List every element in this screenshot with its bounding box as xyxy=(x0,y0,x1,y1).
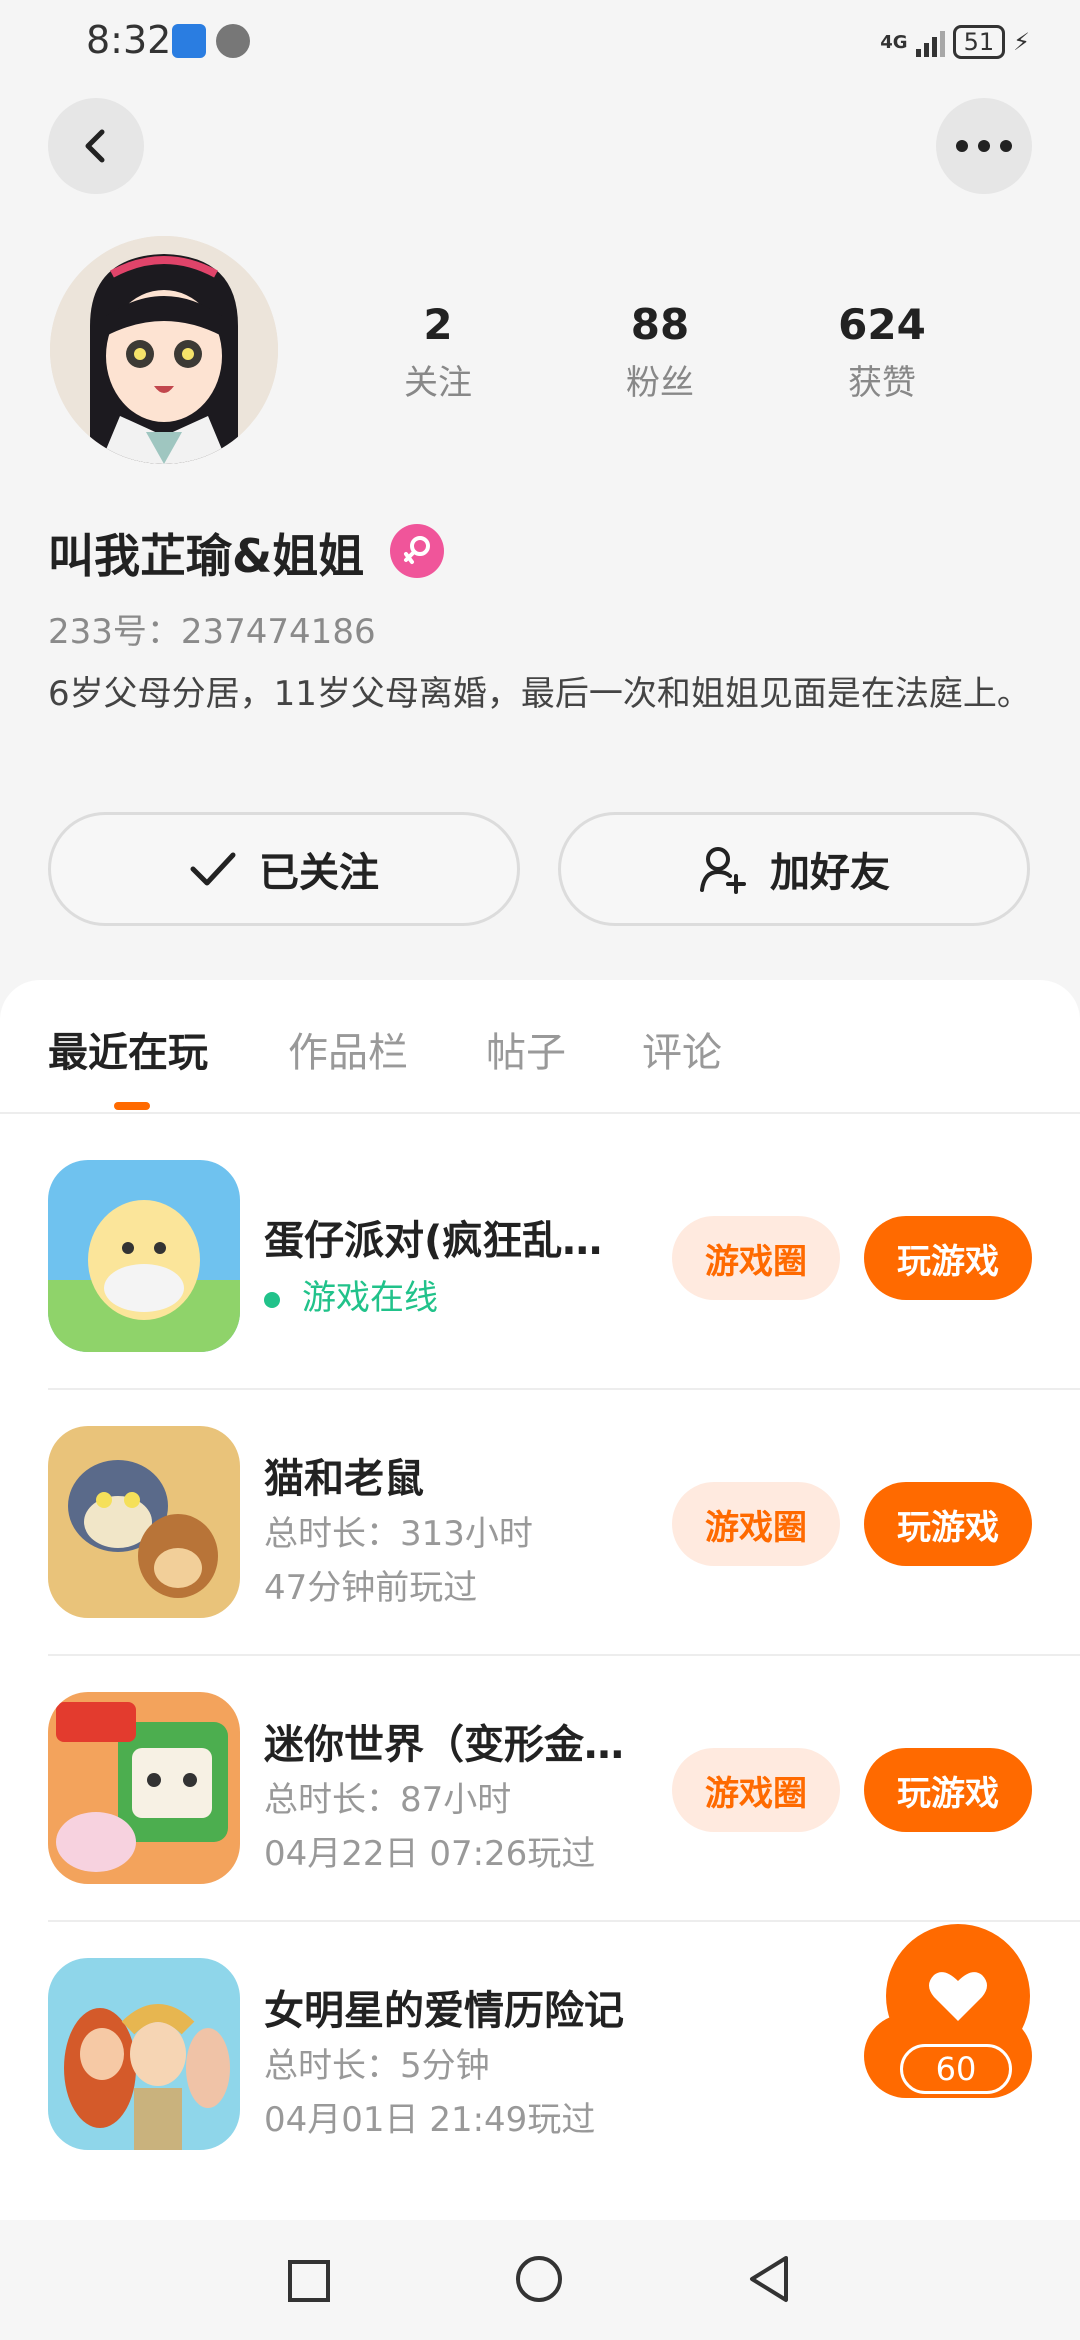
online-dot-icon xyxy=(264,1291,280,1308)
play-game-button[interactable]: 玩游戏 xyxy=(864,1748,1032,1832)
tab-posts[interactable]: 帖子 xyxy=(486,1020,566,1078)
last-played: 04月22日 07:26玩过 xyxy=(264,1834,596,1874)
game-title: 猫和老鼠 xyxy=(264,1456,424,1502)
bio: 6岁父母分居，11岁父母离婚，最后一次和姐姐见面是在法庭上。 xyxy=(48,674,1031,714)
add-friend-button[interactable]: 加好友 xyxy=(558,812,1030,926)
stat-value: 2 xyxy=(423,300,453,349)
status-time: 8:32 xyxy=(86,18,172,62)
more-button[interactable] xyxy=(936,98,1032,194)
divider xyxy=(48,1388,1080,1390)
divider xyxy=(48,1654,1080,1656)
circle-icon xyxy=(516,2256,562,2302)
game-circle-button[interactable]: 游戏圈 xyxy=(672,1748,840,1832)
battery-level: 51 xyxy=(952,25,1006,59)
check-icon xyxy=(190,852,236,886)
divider xyxy=(0,1112,1080,1114)
heart-icon xyxy=(929,1972,987,2021)
add-friend-label: 加好友 xyxy=(770,850,890,896)
game-icon-mini-world[interactable] xyxy=(48,1692,240,1884)
triangle-back-icon xyxy=(750,2256,788,2302)
square-icon xyxy=(288,2260,330,2302)
game-circle-button[interactable]: 游戏圈 xyxy=(672,1216,840,1300)
game-title: 迷你世界（变形金… xyxy=(264,1722,624,1768)
tab-works[interactable]: 作品栏 xyxy=(288,1020,408,1078)
total-playtime: 总时长：313小时 xyxy=(264,1514,533,1554)
online-status: 游戏在线 xyxy=(264,1270,438,1319)
follow-button[interactable]: 已关注 xyxy=(48,812,520,926)
divider xyxy=(48,1920,1080,1922)
game-icon-tom-and-jerry[interactable] xyxy=(48,1426,240,1618)
total-playtime: 总时长：5分钟 xyxy=(264,2046,490,2086)
signal-icon xyxy=(915,27,945,57)
back-button[interactable] xyxy=(48,98,144,194)
stat-label: 粉丝 xyxy=(626,363,694,403)
status-icons: 4G 51 ⚡ xyxy=(880,22,1030,62)
stat-value: 624 xyxy=(838,300,926,349)
chevron-left-icon xyxy=(85,129,105,163)
more-dots-icon xyxy=(956,140,1012,152)
tab-recently-played[interactable]: 最近在玩 xyxy=(48,1020,208,1078)
home-button[interactable] xyxy=(514,2254,564,2308)
female-gender-icon xyxy=(390,524,444,578)
notification-app-icon xyxy=(172,24,206,58)
back-nav-button[interactable] xyxy=(746,2254,792,2308)
game-circle-button[interactable]: 游戏圈 xyxy=(672,1482,840,1566)
add-user-icon xyxy=(700,847,746,894)
play-game-button[interactable]: 玩游戏 xyxy=(864,1482,1032,1566)
username: 叫我芷瑜&姐姐 xyxy=(48,529,365,583)
network-type: 4G xyxy=(880,31,908,53)
tab-comments[interactable]: 评论 xyxy=(642,1020,722,1078)
voice-assistant-icon xyxy=(216,24,250,58)
game-icon-eggy-party[interactable] xyxy=(48,1160,240,1352)
online-label: 游戏在线 xyxy=(302,1278,438,1318)
recent-apps-button[interactable] xyxy=(286,2258,332,2308)
charging-icon: ⚡ xyxy=(1013,28,1030,56)
game-title: 女明星的爱情历险记 xyxy=(264,1988,624,2034)
stat-value: 88 xyxy=(630,300,690,349)
follow-label: 已关注 xyxy=(259,850,379,896)
stat-label: 关注 xyxy=(404,363,472,403)
stat-followers[interactable]: 88 粉丝 xyxy=(560,300,760,404)
stat-following[interactable]: 2 关注 xyxy=(338,300,538,404)
tab-indicator xyxy=(114,1102,150,1110)
stat-label: 获赞 xyxy=(848,363,916,403)
user-id: 233号：237474186 xyxy=(48,612,376,652)
avatar[interactable] xyxy=(50,236,278,464)
game-title: 蛋仔派对(疯狂乱… xyxy=(264,1218,603,1264)
last-played: 04月01日 21:49玩过 xyxy=(264,2100,596,2140)
total-playtime: 总时长：87小时 xyxy=(264,1780,512,1820)
like-count: 60 xyxy=(900,2044,1012,2094)
stat-likes[interactable]: 624 获赞 xyxy=(782,300,982,404)
play-game-button[interactable]: 玩游戏 xyxy=(864,1216,1032,1300)
last-played: 47分钟前玩过 xyxy=(264,1568,478,1608)
avatar-illustration xyxy=(50,236,278,464)
game-icon-love-adventure[interactable] xyxy=(48,1958,240,2150)
